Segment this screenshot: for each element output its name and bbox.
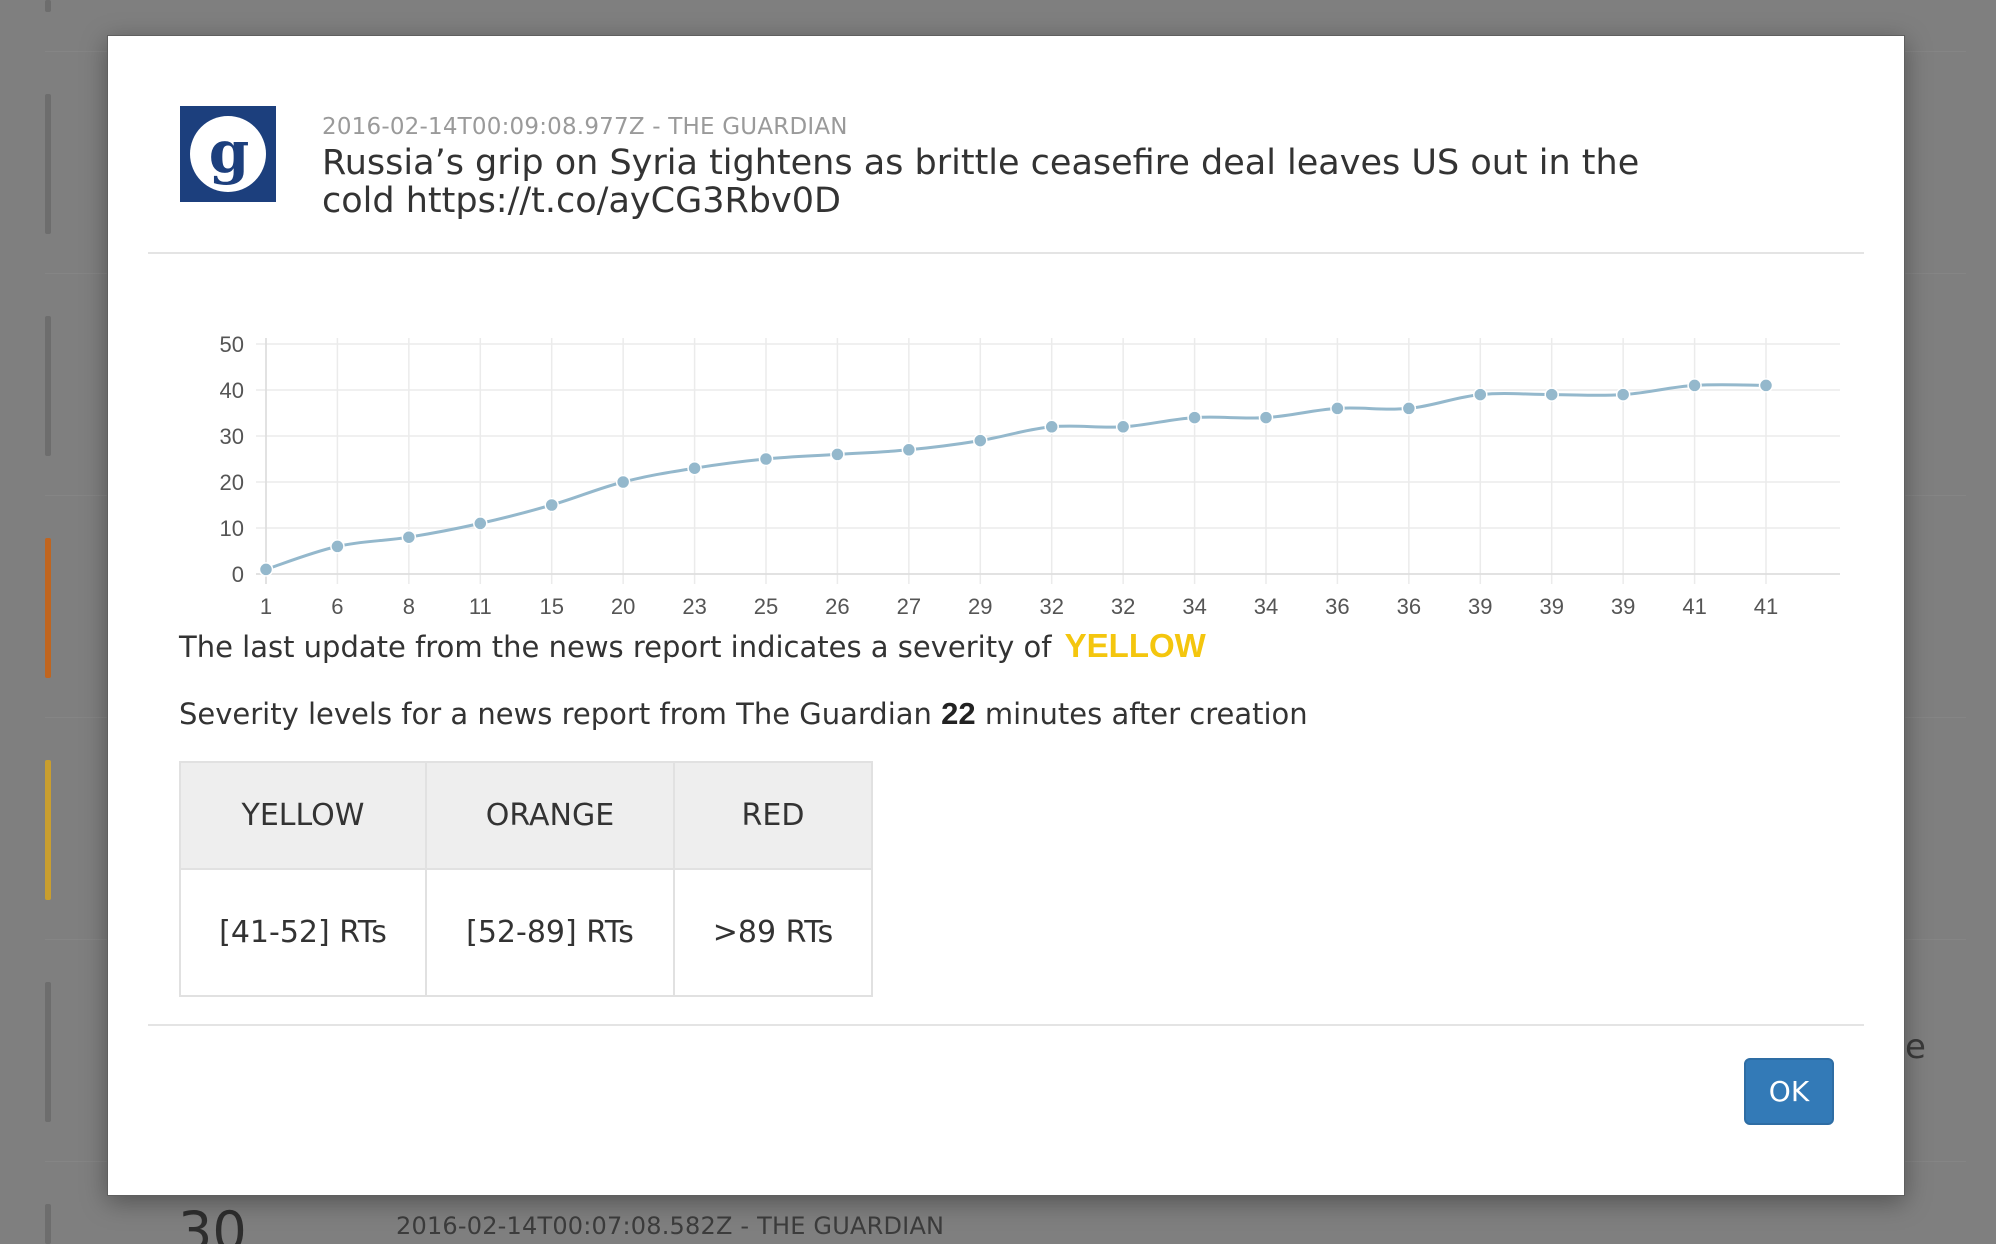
severity-text: The last update from the news report ind… — [179, 630, 1052, 664]
y-tick-label: 50 — [220, 332, 244, 357]
svg-text:g: g — [209, 118, 250, 186]
data-point — [1330, 401, 1345, 416]
x-tick-label: 27 — [897, 594, 921, 619]
x-tick-label: 25 — [754, 594, 778, 619]
severity-levels-caption: Severity levels for a news report from T… — [179, 696, 1308, 732]
table-header-row: YELLOW ORANGE RED — [179, 761, 873, 870]
data-point — [401, 529, 417, 545]
x-tick-label: 41 — [1754, 594, 1778, 619]
x-tick-label: 34 — [1182, 594, 1206, 619]
data-point — [687, 460, 702, 476]
data-point — [830, 447, 845, 462]
x-tick-label: 39 — [1539, 594, 1563, 619]
data-point — [1758, 378, 1774, 393]
header-orange: ORANGE — [425, 761, 675, 870]
severity-value: YELLOW — [1064, 627, 1206, 664]
x-tick-label: 29 — [968, 594, 992, 619]
header-yellow: YELLOW — [179, 761, 427, 870]
range-yellow: [41-52] RTs — [179, 868, 427, 997]
y-tick-label: 10 — [220, 516, 244, 541]
modal-footer-divider — [148, 1024, 1864, 1026]
data-point — [1115, 419, 1131, 435]
x-tick-label: 41 — [1682, 594, 1706, 619]
data-point — [1258, 410, 1274, 425]
severity-bar-gray — [45, 316, 51, 456]
levels-prefix: Severity levels for a news report from T… — [179, 697, 932, 731]
x-tick-label: 34 — [1254, 594, 1278, 619]
ok-button[interactable]: OK — [1744, 1058, 1834, 1125]
data-point — [330, 539, 345, 554]
severity-bar-gray — [45, 94, 51, 234]
modal-header: g 2016-02-14T00:09:08.977Z - THE GUARDIA… — [148, 36, 1864, 254]
levels-suffix: minutes after creation — [984, 697, 1308, 731]
severity-bar-gray — [45, 1204, 51, 1244]
report-headline: Russia’s grip on Syria tightens as britt… — [322, 143, 1640, 221]
x-tick-label: 26 — [825, 594, 849, 619]
severity-bar-gray — [45, 982, 51, 1122]
data-point — [1044, 419, 1059, 435]
data-point — [544, 497, 559, 513]
bg-text-fragment: e — [1905, 1027, 1926, 1067]
guardian-logo-icon: g — [180, 106, 276, 202]
data-point — [1473, 387, 1488, 402]
data-point — [473, 516, 488, 531]
severity-bar-orange — [45, 538, 51, 678]
range-red: >89 RTs — [673, 868, 873, 997]
header-red: RED — [673, 761, 873, 870]
severity-bar-yellow — [45, 760, 51, 900]
retweet-series-line — [265, 383, 1767, 571]
retweet-line-chart: 0 10 20 30 40 50 1 6 8 11 15 20 23 25 26 27 29 32 32 34 34 36… — [220, 332, 1840, 619]
x-tick-label: 32 — [1111, 594, 1135, 619]
report-meta: 2016-02-14T00:09:08.977Z - THE GUARDIAN — [322, 114, 848, 140]
y-tick-label: 40 — [220, 378, 244, 403]
news-detail-modal: g 2016-02-14T00:09:08.977Z - THE GUARDIA… — [107, 35, 1905, 1196]
data-point — [615, 474, 631, 490]
data-point — [901, 442, 917, 458]
x-tick-label: 32 — [1039, 594, 1063, 619]
x-tick-label: 15 — [539, 594, 563, 619]
x-tick-label: 1 — [260, 594, 272, 619]
x-tick-label: 8 — [403, 594, 415, 619]
table-row: [41-52] RTs [52-89] RTs >89 RTs — [179, 868, 873, 997]
bg-item-date: 2016-02-14T00:07:08.582Z - THE GUARDIAN — [396, 1212, 945, 1240]
levels-minutes: 22 — [941, 696, 976, 731]
y-tick-label: 30 — [220, 424, 244, 449]
data-point — [1401, 401, 1417, 416]
severity-bar-gray — [45, 0, 51, 12]
range-orange: [52-89] RTs — [425, 868, 675, 997]
x-tick-label: 20 — [611, 594, 635, 619]
data-point — [1187, 410, 1202, 425]
x-tick-label: 6 — [331, 594, 343, 619]
data-point — [758, 451, 774, 467]
y-tick-label: 20 — [220, 470, 244, 495]
data-point — [1544, 387, 1559, 402]
x-tick-label: 36 — [1397, 594, 1421, 619]
data-point — [258, 562, 274, 577]
severity-levels-table: YELLOW ORANGE RED [41-52] RTs [52-89] RT… — [179, 761, 873, 997]
data-point — [1687, 378, 1702, 393]
data-point — [1615, 387, 1631, 402]
x-tick-label: 36 — [1325, 594, 1349, 619]
bg-retweet-count: 30 — [178, 1200, 247, 1244]
x-tick-label: 11 — [469, 594, 492, 619]
x-tick-label: 23 — [682, 594, 706, 619]
data-point — [973, 433, 988, 448]
x-tick-label: 39 — [1468, 594, 1492, 619]
severity-summary: The last update from the news report ind… — [179, 627, 1206, 665]
x-tick-label: 39 — [1611, 594, 1635, 619]
y-tick-label: 0 — [232, 562, 244, 587]
retweet-chart: 0 10 20 30 40 50 1 6 8 11 15 20 23 25 26 27 29 32 32 34 34 36… — [148, 286, 1866, 636]
